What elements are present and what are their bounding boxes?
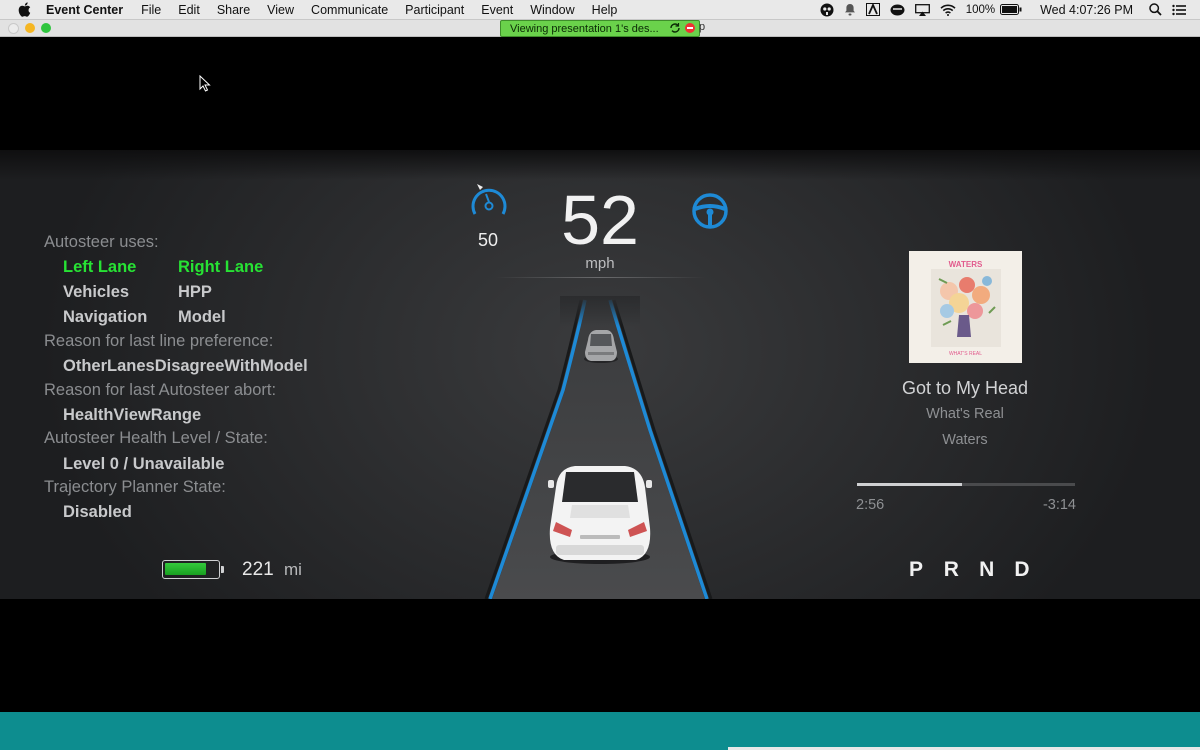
notification-bell-icon[interactable] bbox=[844, 3, 856, 16]
menu-participant[interactable]: Participant bbox=[405, 3, 464, 17]
menu-bar: Event Center File Edit Share View Commun… bbox=[0, 0, 1200, 20]
menu-bar-clock[interactable]: Wed 4:07:26 PM bbox=[1040, 3, 1133, 17]
menu-view[interactable]: View bbox=[267, 3, 294, 17]
lane-preference-header: Reason for last line preference: bbox=[44, 332, 274, 350]
source-hpp: HPP bbox=[178, 283, 212, 301]
coffee-icon[interactable] bbox=[890, 4, 905, 16]
window-minimize-button[interactable] bbox=[25, 23, 35, 33]
speed-limit-gauge-icon bbox=[471, 184, 507, 215]
stop-sharing-icon[interactable] bbox=[685, 23, 695, 33]
window-close-button[interactable] bbox=[8, 23, 19, 34]
source-navigation: Navigation bbox=[63, 308, 148, 326]
album-art-title: WATERS bbox=[949, 260, 983, 269]
gear-park: P bbox=[908, 558, 923, 581]
menu-edit[interactable]: Edit bbox=[178, 3, 200, 17]
notification-center-icon[interactable] bbox=[1172, 4, 1186, 16]
gear-selector: P R N D bbox=[904, 558, 1034, 582]
gear-neutral: N bbox=[979, 558, 995, 581]
airplay-icon[interactable] bbox=[914, 3, 930, 16]
menu-file[interactable]: File bbox=[141, 3, 161, 17]
song-album: What's Real bbox=[926, 406, 1004, 422]
time-elapsed: 2:56 bbox=[856, 497, 885, 513]
speed-unit: mph bbox=[585, 255, 615, 272]
banner-overflow-text: p bbox=[699, 21, 706, 33]
source-left-lane: Left Lane bbox=[63, 258, 137, 276]
album-art[interactable]: WATERS WHAT'S REAL bbox=[909, 251, 1022, 363]
battery-range-icon bbox=[162, 560, 224, 579]
gear-reverse: R bbox=[943, 558, 959, 581]
share-refresh-icon[interactable] bbox=[669, 22, 681, 37]
presentation-share-banner[interactable]: Viewing presentation 1's des... bbox=[500, 20, 700, 37]
autosteer-abort-header: Reason for last Autosteer abort: bbox=[44, 381, 277, 399]
trajectory-planner-value: Disabled bbox=[63, 503, 132, 521]
current-speed: 52 bbox=[561, 181, 639, 259]
autosteer-health-header: Autosteer Health Level / State: bbox=[44, 429, 268, 447]
ego-vehicle bbox=[548, 466, 652, 564]
menu-window[interactable]: Window bbox=[530, 3, 574, 17]
autosteer-uses-header: Autosteer uses: bbox=[44, 233, 159, 251]
source-right-lane: Right Lane bbox=[178, 258, 264, 276]
time-remaining: -3:14 bbox=[1042, 497, 1076, 513]
spotlight-search-icon[interactable] bbox=[1149, 3, 1162, 16]
speed-divider bbox=[495, 277, 705, 278]
window-maximize-button[interactable] bbox=[41, 23, 51, 33]
autosteer-abort-value: HealthViewRange bbox=[63, 406, 202, 424]
menu-bar-status-area: 100% Wed 4:07:26 PM bbox=[820, 0, 1200, 19]
share-banner-text: Viewing presentation 1's des... bbox=[510, 22, 659, 35]
wifi-icon[interactable] bbox=[940, 4, 956, 16]
gear-drive: D bbox=[1014, 558, 1030, 581]
autosteer-wheel-icon bbox=[692, 193, 728, 229]
source-vehicles: Vehicles bbox=[63, 283, 130, 301]
menu-share[interactable]: Share bbox=[217, 3, 250, 17]
menu-communicate[interactable]: Communicate bbox=[311, 3, 388, 17]
media-progress-bar[interactable] bbox=[857, 483, 1075, 486]
trajectory-planner-header: Trajectory Planner State: bbox=[44, 478, 226, 496]
speed-limit-value: 50 bbox=[477, 230, 499, 250]
range-unit: mi bbox=[284, 560, 302, 579]
source-model: Model bbox=[178, 308, 226, 326]
battery-percent: 100% bbox=[965, 3, 996, 16]
lane-preference-value: OtherLanesDisagreeWithModel bbox=[63, 357, 308, 375]
song-title: Got to My Head bbox=[901, 378, 1029, 398]
battery-icon[interactable] bbox=[1000, 4, 1022, 15]
range-value: 221 bbox=[242, 559, 274, 580]
menu-event[interactable]: Event bbox=[481, 3, 513, 17]
meeting-control-bar bbox=[0, 712, 1200, 750]
song-artist: Waters bbox=[942, 432, 988, 448]
webex-icon[interactable] bbox=[820, 3, 834, 17]
mouse-cursor-icon bbox=[199, 75, 211, 92]
autosteer-health-value: Level 0 / Unavailable bbox=[63, 455, 225, 473]
apple-menu-icon[interactable] bbox=[16, 2, 32, 17]
app-menu-event-center[interactable]: Event Center bbox=[46, 3, 123, 17]
menu-help[interactable]: Help bbox=[592, 3, 618, 17]
album-art-caption: WHAT'S REAL bbox=[949, 351, 982, 357]
adobe-icon[interactable] bbox=[865, 3, 880, 16]
